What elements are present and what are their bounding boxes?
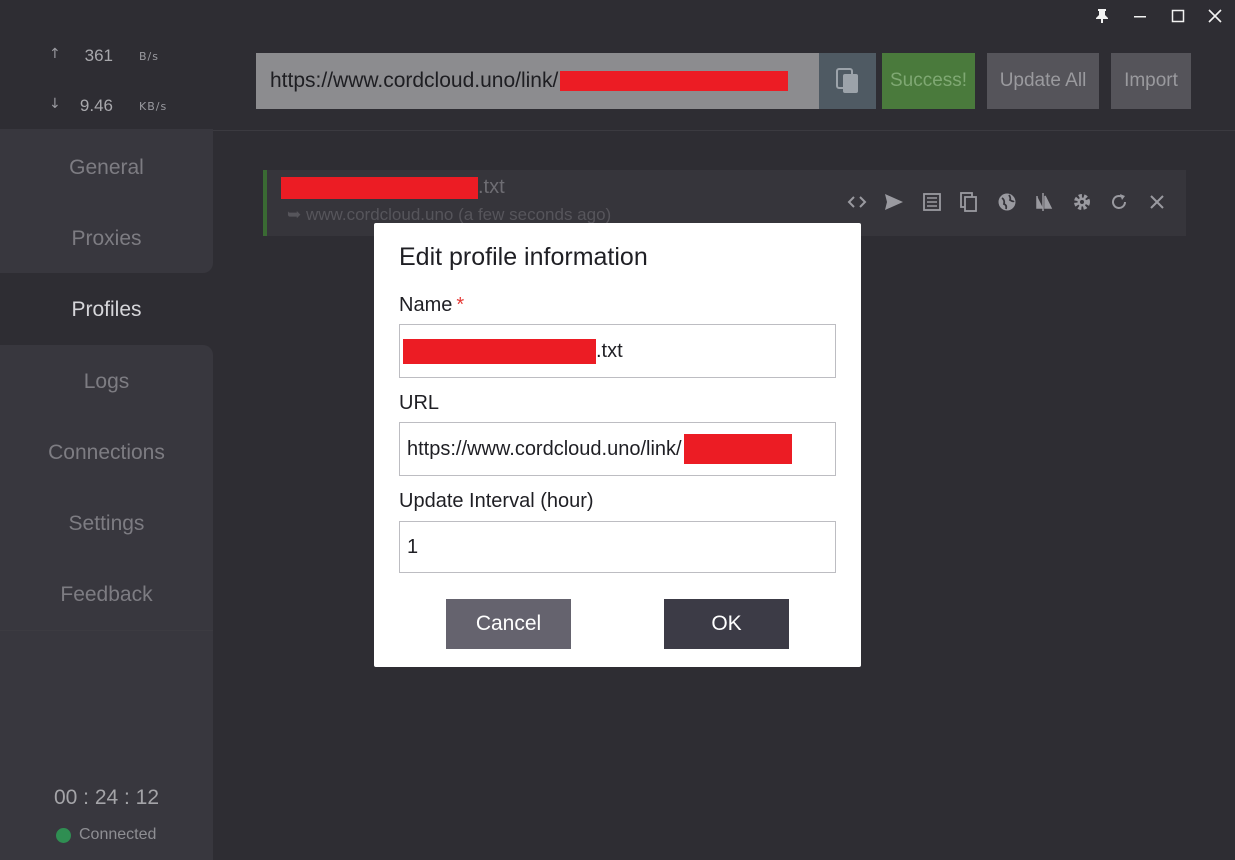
redaction-block <box>403 338 596 364</box>
name-field[interactable]: .txt <box>399 324 836 378</box>
url-field[interactable]: https://www.cordcloud.uno/link/ <box>399 422 836 476</box>
redaction-block <box>683 434 792 464</box>
edit-profile-dialog: Edit profile information Name * .txt URL … <box>374 223 861 667</box>
name-label-text: Name <box>399 294 453 316</box>
cancel-button[interactable]: Cancel <box>446 599 571 649</box>
interval-field-value: 1 <box>407 535 419 558</box>
name-field-suffix: .txt <box>596 339 623 362</box>
name-field-label: Name * <box>399 294 464 317</box>
url-field-text: https://www.cordcloud.uno/link/ <box>407 437 682 460</box>
required-mark: * <box>456 294 465 316</box>
ok-button[interactable]: OK <box>664 599 789 649</box>
dialog-title: Edit profile information <box>399 243 648 271</box>
url-field-label: URL <box>399 392 440 414</box>
interval-field[interactable]: 1 <box>399 521 836 573</box>
interval-field-label: Update Interval (hour) <box>399 490 594 512</box>
